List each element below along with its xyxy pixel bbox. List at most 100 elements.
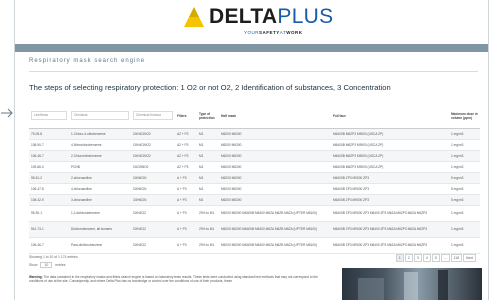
cell-cas: 108-42-9 xyxy=(29,194,69,206)
warning-label: Warning: xyxy=(29,275,43,279)
table-row[interactable]: 95-51-2 2-chloroaniline C6H6ClN A + P3 M1 M62… xyxy=(29,172,480,184)
cell-half-mask: M6200 M6300 M6400B M6400 M6ZA M6ZB M6ZA … xyxy=(219,205,331,222)
worker-photo xyxy=(342,268,482,300)
entries-label: entries xyxy=(55,263,66,267)
cell-chemical: 4-Nitrochlorobenzene xyxy=(69,139,131,151)
cell-protection: 20% to M1 xyxy=(197,237,219,254)
cell-filters: A + P3 xyxy=(175,205,197,222)
cell-formula: C6H4Cl2 xyxy=(131,205,175,222)
cell-filters: A2 + P3 xyxy=(175,150,197,162)
cell-formula: C6H4ClNO2 xyxy=(131,128,175,140)
cell-half-mask: M6200 M6300 xyxy=(219,150,331,162)
pager-page-button[interactable]: 2 xyxy=(404,254,413,262)
filter-cas-select[interactable]: Lire/Items xyxy=(29,104,69,129)
cell-max-dose: 5 mg/m3 xyxy=(449,194,480,206)
filter-chemical-label: Chemical xyxy=(71,111,129,121)
pager-next-button[interactable]: Next xyxy=(463,254,476,262)
cell-max-dose: 1 mg/m3 xyxy=(449,237,480,254)
cell-formula: C6H6ClN xyxy=(131,194,175,206)
table-row[interactable]: 108-90-7 4-Nitrochlorobenzene C6H4ClNO2 A2 … xyxy=(29,139,480,151)
deltaplus-logo[interactable]: DELTA PLUS xyxy=(183,6,333,28)
page-title: Respiratory mask search engine xyxy=(29,58,146,64)
cell-full-face: M6400B ZP3 M9000 ZP3 xyxy=(331,194,449,206)
cell-cas: 95-51-2 xyxy=(29,172,69,184)
cell-chemical: 4-chloroaniline xyxy=(69,183,131,195)
cell-half-mask: M6200 M6300 xyxy=(219,172,331,184)
cell-max-dose: 1 mg/m3 xyxy=(449,128,480,140)
cell-max-dose: 1 mg/m3 xyxy=(449,205,480,222)
col-header-full-face[interactable]: Full face xyxy=(331,104,449,129)
table-header-row: Lire/Items Chemical Chemical formula Fil… xyxy=(29,104,480,129)
filter-cas-label: Lire/Items xyxy=(31,111,67,121)
logo-tagline: YOURSAFETYATWORK xyxy=(244,30,302,35)
table-row[interactable]: 108-42-9 3-chloroaniline C6H6ClN A + P3 M1 M6… xyxy=(29,194,480,206)
warning-text: The data contained in the respiratory ma… xyxy=(29,275,318,284)
logo-word-delta: DELTA xyxy=(209,5,278,28)
logo-word-plus: PLUS xyxy=(277,5,334,28)
cell-full-face: M6400B M6ZP3 M9000 (USCA ZP) xyxy=(331,128,449,140)
cell-cas: 109-66-0 xyxy=(29,161,69,173)
filter-formula-label: Chemical formula xyxy=(133,111,173,121)
cell-filters: A + P3 xyxy=(175,194,197,206)
tagline-prefix: YOUR xyxy=(244,30,260,35)
cell-formula: C6H4ClNO2 xyxy=(131,150,175,162)
table-row[interactable]: 106-46-7 2-Chloronitrobenzene C6H4ClNO2 A2 … xyxy=(29,150,480,162)
cell-full-face: M6400B ZP3 M9000 ZP3 xyxy=(331,172,449,184)
entries-per-page-select[interactable]: 10 xyxy=(40,262,53,268)
table-row[interactable]: 106-46-7 Para-dichlorobenzene C6H4Cl2 A + P… xyxy=(29,237,480,254)
pager-page-button[interactable]: 4 xyxy=(422,254,431,262)
cell-formula: C6Cl5NO2 xyxy=(131,161,175,173)
tagline-work: WORK xyxy=(286,30,303,35)
cell-half-mask: M6200 M6300 M6400B M6400 M6ZA M6ZB M6ZA … xyxy=(219,237,331,254)
table-row[interactable]: 95-50-1 1,2-dichlorobenzene C6H4Cl2 A + P3 2… xyxy=(29,205,480,222)
cell-protection: M1 xyxy=(197,139,219,151)
cell-max-dose: 1 mg/m3 xyxy=(449,221,480,238)
results-table: Lire/Items Chemical Chemical formula Fil… xyxy=(29,104,480,254)
table-row[interactable]: 541-73-1 Dichlorobenzene, all isomers C6H4… xyxy=(29,221,480,238)
pager-page-button[interactable]: 3 xyxy=(413,254,422,262)
pager-page-button[interactable]: 5 xyxy=(431,254,440,262)
cell-protection: M1 xyxy=(197,183,219,195)
cell-formula: C6H4Cl2 xyxy=(131,221,175,238)
pager-page-button[interactable]: 1 xyxy=(395,254,404,262)
col-header-filters[interactable]: Filters xyxy=(175,104,197,129)
table-row[interactable]: 106-47-8 4-chloroaniline C6H6ClN A + P3 M1 M6… xyxy=(29,183,480,195)
cell-half-mask: M6200 M6300 xyxy=(219,128,331,140)
warning-notice: Warning: The data contained in the respi… xyxy=(29,275,329,284)
cell-full-face: M6400B ZP3 M9000 ZP3 M6400 ZP3 M6ZA M6ZP… xyxy=(331,237,449,254)
cell-formula: C6H4Cl2 xyxy=(131,237,175,254)
cell-protection: M1 xyxy=(197,194,219,206)
tagline-safety: SAFETY xyxy=(259,30,280,35)
cell-max-dose: 5 mg/m3 xyxy=(449,183,480,195)
logo-triangle-icon xyxy=(184,7,204,27)
cell-filters: A2 + P3 xyxy=(175,128,197,140)
cell-max-dose: 1 mg/m3 xyxy=(449,150,480,162)
cell-filters: A2 + P3 xyxy=(175,139,197,151)
cell-chemical: PCNB xyxy=(69,161,131,173)
col-header-max-dose[interactable]: Maximum dose in volume (ppm) xyxy=(449,104,480,129)
table-row[interactable]: 109-66-0 PCNB C6Cl5NO2 A2 + P3 M1 M6200 M6300… xyxy=(29,161,480,173)
cell-max-dose: 1 mg/m3 xyxy=(449,139,480,151)
cell-filters: A + P3 xyxy=(175,221,197,238)
filter-formula-input[interactable]: Chemical formula xyxy=(131,104,175,129)
cell-max-dose: 1 mg/m3 xyxy=(449,161,480,173)
pager-page-button[interactable]: 118 xyxy=(450,254,463,262)
cell-protection: M1 xyxy=(197,161,219,173)
cell-chemical: 3-chloroaniline xyxy=(69,194,131,206)
cell-cas: 106-46-7 xyxy=(29,237,69,254)
cell-filters: A + P3 xyxy=(175,237,197,254)
web-page: DELTA PLUS YOURSAFETYATWORK Respiratory … xyxy=(14,0,489,300)
cell-protection: M1 xyxy=(197,128,219,140)
pager-ellipsis: ... xyxy=(440,254,450,262)
cell-chemical: 2-Chloronitrobenzene xyxy=(69,150,131,162)
cell-full-face: M6400B M6ZP3 M9000 (USCA ZP) xyxy=(331,139,449,151)
cell-chemical: Para-dichlorobenzene xyxy=(69,237,131,254)
showing-entries-text: Showing 1 to 10 of 1 174 entries xyxy=(29,255,78,259)
cell-protection: 20% to M1 xyxy=(197,221,219,238)
table-row[interactable]: 75-05-8 1-Chloro-4-nitrobenzene C6H4ClNO2 A… xyxy=(29,128,480,140)
filter-chemical-input[interactable]: Chemical xyxy=(69,104,131,129)
col-header-protection[interactable]: Type of protection xyxy=(197,104,219,129)
col-header-half-mask[interactable]: Half mask xyxy=(219,104,331,129)
cell-filters: A + P3 xyxy=(175,172,197,184)
cell-protection: M1 xyxy=(197,150,219,162)
